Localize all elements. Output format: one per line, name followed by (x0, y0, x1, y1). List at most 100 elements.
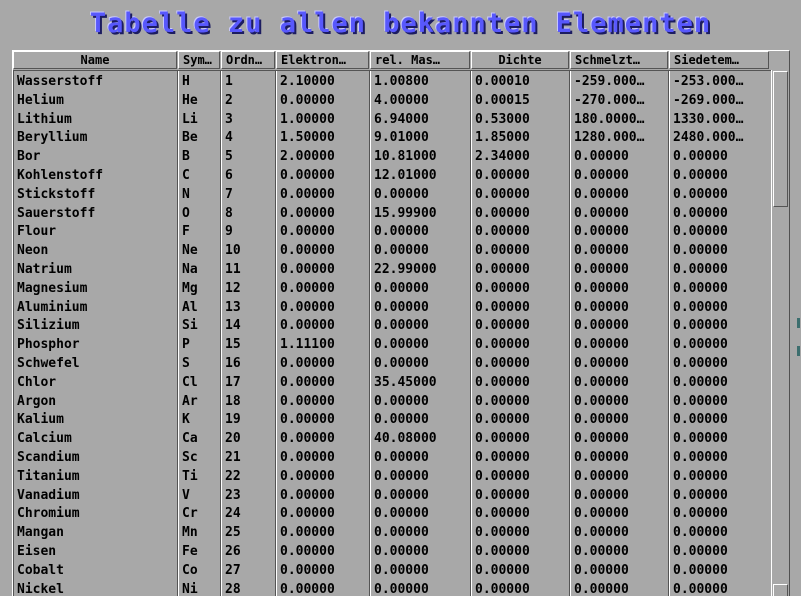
cell-boiling: 0.00000 (673, 431, 728, 447)
cell-rel-mass: 0.00000 (374, 186, 429, 202)
cell-order: 14 (225, 318, 241, 334)
cell-electroneg: 0.00000 (280, 356, 335, 371)
table-row[interactable]: Helium He 2 0.00000 4.00000 0.00015 -270.000… -… (14, 91, 771, 110)
cell-melting: 0.00000 (574, 544, 629, 559)
column-header-density[interactable]: Dichte (471, 51, 569, 69)
table-row[interactable]: Calcium Ca 20 0.00000 40.08000 0.00000 0.00000… (14, 429, 771, 448)
column-header-boiling[interactable]: Siedetem… (669, 51, 769, 69)
cell-boiling: 0.00000 (673, 337, 728, 353)
table-row[interactable]: Kohlenstoff C 6 0.00000 12.01000 0.00000 0.000… (14, 166, 771, 185)
cell-symbol: Na (182, 262, 198, 277)
cell-melting: 180.0000… (574, 111, 645, 127)
cell-density: 0.00000 (475, 544, 530, 559)
cell-boiling: 0.00000 (673, 262, 728, 277)
table-row[interactable]: Stickstoff N 7 0.00000 0.00000 0.00000 0.00000… (14, 185, 771, 204)
table-row[interactable]: Sauerstoff O 8 0.00000 15.99900 0.00000 0.0000… (14, 204, 771, 223)
table-row[interactable]: Silizium Si 14 0.00000 0.00000 0.00000 0.00000… (14, 316, 771, 335)
table-row[interactable]: Nickel Ni 28 0.00000 0.00000 0.00000 0.00000 0.… (14, 580, 771, 596)
cell-melting: 0.00000 (574, 468, 629, 484)
cell-density: 0.00000 (475, 356, 530, 371)
table-row[interactable]: Aluminium Al 13 0.00000 0.00000 0.00000 0.0000… (14, 298, 771, 317)
cell-order: 27 (225, 562, 241, 578)
column-header-symbol[interactable]: Sym… (178, 51, 220, 69)
cell-density: 0.00000 (475, 374, 530, 390)
table-row[interactable]: Natrium Na 11 0.00000 22.99000 0.00000 0.00000… (14, 260, 771, 279)
cell-rel-mass: 12.01000 (374, 168, 437, 183)
cell-rel-mass: 0.00000 (374, 356, 429, 371)
vertical-scrollbar[interactable] (771, 70, 789, 596)
table-row[interactable]: Chromium Cr 24 0.00000 0.00000 0.00000 0.00000… (14, 504, 771, 523)
cell-name: Schwefel (17, 356, 80, 371)
cell-melting: 0.00000 (574, 525, 629, 541)
cell-boiling: 0.00000 (673, 149, 728, 165)
table-row[interactable]: Magnesium Mg 12 0.00000 0.00000 0.00000 0.0000… (14, 279, 771, 298)
table-row[interactable]: Scandium Sc 21 0.00000 0.00000 0.00000 0.00000… (14, 448, 771, 467)
table-body: Wasserstoff H 1 2.10000 1.00800 0.00010 -259.0… (13, 70, 771, 596)
column-header-electroneg[interactable]: Elektron… (276, 51, 369, 69)
cell-boiling: 0.00000 (673, 205, 728, 221)
cell-melting: 0.00000 (574, 581, 629, 596)
cell-order: 2 (225, 92, 233, 108)
column-header-order[interactable]: Ordn… (221, 51, 275, 69)
cell-rel-mass: 0.00000 (374, 393, 429, 409)
cell-rel-mass: 35.45000 (374, 374, 437, 390)
table-row[interactable]: Flour F 9 0.00000 0.00000 0.00000 0.00000 0.000… (14, 222, 771, 241)
cell-melting: 0.00000 (574, 506, 629, 522)
cell-electroneg: 0.00000 (280, 581, 335, 596)
cell-name: Wasserstoff (17, 74, 104, 89)
cell-melting: 0.00000 (574, 562, 629, 578)
table-row[interactable]: Argon Ar 18 0.00000 0.00000 0.00000 0.00000 0.0… (14, 392, 771, 411)
cell-rel-mass: 0.00000 (374, 468, 429, 484)
cell-electroneg: 0.00000 (280, 450, 335, 465)
table-row[interactable]: Eisen Fe 26 0.00000 0.00000 0.00000 0.00000 0.0… (14, 542, 771, 561)
table-row[interactable]: Cobalt Co 27 0.00000 0.00000 0.00000 0.00000 0.… (14, 561, 771, 580)
cell-symbol: K (182, 412, 190, 428)
table-row[interactable]: Vanadium V 23 0.00000 0.00000 0.00000 0.00000 0… (14, 486, 771, 505)
scrollbar-thumb[interactable] (773, 71, 788, 207)
cell-order: 6 (225, 168, 233, 183)
cell-electroneg: 0.00000 (280, 262, 335, 277)
cell-melting: 0.00000 (574, 224, 629, 240)
cell-density: 0.00000 (475, 299, 530, 315)
table-row[interactable]: Wasserstoff H 1 2.10000 1.00800 0.00010 -259.0… (14, 72, 771, 91)
cell-symbol: Ni (182, 581, 198, 596)
column-header-name[interactable]: Name (13, 51, 177, 69)
column-header-rel-mass[interactable]: rel. Mas… (370, 51, 470, 69)
cell-boiling: 0.00000 (673, 487, 728, 503)
cell-melting: 0.00000 (574, 337, 629, 353)
table-row[interactable]: Schwefel S 16 0.00000 0.00000 0.00000 0.00000 0… (14, 354, 771, 373)
table-row[interactable]: Neon Ne 10 0.00000 0.00000 0.00000 0.00000 0.00… (14, 241, 771, 260)
cell-rel-mass: 0.00000 (374, 243, 429, 259)
cell-rel-mass: 4.00000 (374, 92, 429, 108)
table-row[interactable]: Phosphor P 15 1.11100 0.00000 0.00000 0.00000 0… (14, 335, 771, 354)
cell-density: 0.00000 (475, 506, 530, 522)
table-row[interactable]: Bor B 5 2.00000 10.81000 2.34000 0.00000 0.0000… (14, 147, 771, 166)
table-row[interactable]: Kalium K 19 0.00000 0.00000 0.00000 0.00000 0.0… (14, 410, 771, 429)
cell-density: 0.00015 (475, 92, 530, 108)
table-row[interactable]: Titanium Ti 22 0.00000 0.00000 0.00000 0.00000… (14, 467, 771, 486)
table-row[interactable]: Lithium Li 3 1.00000 6.94000 0.53000 180.0000…… (14, 110, 771, 129)
cell-boiling: 1330.000… (673, 111, 744, 127)
cell-order: 13 (225, 299, 241, 315)
cell-order: 24 (225, 506, 241, 522)
cell-symbol: O (182, 205, 190, 221)
cell-density: 0.00010 (475, 74, 530, 89)
column-header-melting[interactable]: Schmelzt… (570, 51, 668, 69)
cell-name: Eisen (17, 544, 57, 559)
cell-rel-mass: 22.99000 (374, 262, 437, 277)
table-row[interactable]: Chlor Cl 17 0.00000 35.45000 0.00000 0.00000 0.… (14, 373, 771, 392)
table-row[interactable]: Mangan Mn 25 0.00000 0.00000 0.00000 0.00000 0.… (14, 523, 771, 542)
cell-rel-mass: 0.00000 (374, 318, 429, 334)
cell-rel-mass: 0.00000 (374, 544, 429, 559)
cell-electroneg: 0.00000 (280, 186, 335, 202)
cell-melting: 0.00000 (574, 299, 629, 315)
scrollbar-down-button[interactable] (773, 584, 788, 596)
table-row[interactable]: Beryllium Be 4 1.50000 9.01000 1.85000 1280.00… (14, 128, 771, 147)
cell-symbol: Si (182, 318, 198, 334)
cell-density: 0.00000 (475, 262, 530, 277)
cell-melting: 0.00000 (574, 205, 629, 221)
cell-rel-mass: 0.00000 (374, 224, 429, 240)
cell-electroneg: 0.00000 (280, 468, 335, 484)
cell-rel-mass: 0.00000 (374, 299, 429, 315)
cell-density: 0.53000 (475, 111, 530, 127)
